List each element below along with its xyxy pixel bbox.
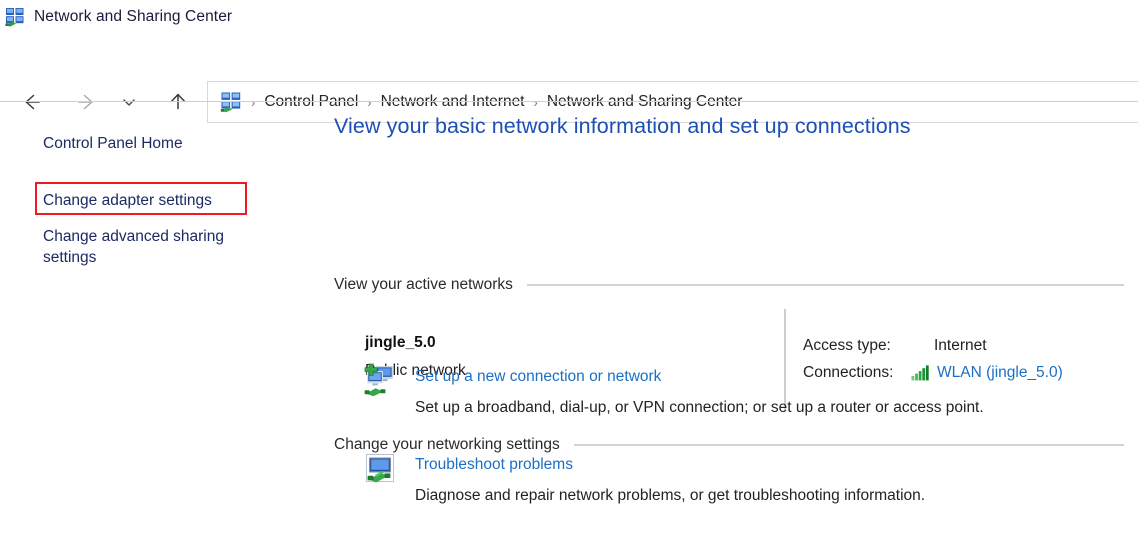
- section-title: View your active networks: [334, 276, 513, 293]
- access-type-row: Access type: Internet: [803, 332, 1063, 359]
- access-type-label: Access type:: [803, 336, 891, 354]
- breadcrumb-separator: ›: [367, 94, 372, 110]
- sidebar-item-change-advanced-sharing-settings[interactable]: Change advanced sharing settings: [43, 226, 258, 268]
- breadcrumb-network-and-internet[interactable]: Network and Internet: [381, 93, 525, 111]
- network-sharing-center-window: Network and Sharing Center › Control Pan…: [0, 0, 1138, 549]
- navigation-bar: › Control Panel › Network and Internet ›…: [0, 34, 1138, 123]
- network-name: jingle_5.0: [365, 334, 436, 351]
- window-title: Network and Sharing Center: [34, 8, 233, 25]
- page-title: View your basic network information and …: [334, 114, 911, 138]
- desc-setup-new-connection: Set up a broadband, dial-up, or VPN conn…: [415, 399, 984, 416]
- connection-link-wlan[interactable]: WLAN (jingle_5.0): [937, 364, 1063, 382]
- breadcrumb-control-panel[interactable]: Control Panel: [264, 93, 358, 111]
- window-title-bar: Network and Sharing Center: [0, 0, 1138, 34]
- navbar-divider: [0, 101, 1138, 102]
- breadcrumb-network-and-sharing-center[interactable]: Network and Sharing Center: [547, 93, 743, 111]
- connections-label: Connections:: [803, 363, 894, 381]
- main-content: View your basic network information and …: [320, 110, 1138, 549]
- link-setup-new-connection[interactable]: Set up a new connection or network: [415, 368, 661, 386]
- sidebar: Control Panel Home Change adapter settin…: [0, 110, 320, 549]
- section-rule: [573, 444, 1124, 446]
- section-networking-settings: Change your networking settings: [334, 436, 1124, 454]
- section-active-networks: View your active networks: [334, 276, 1124, 294]
- desc-troubleshoot-problems: Diagnose and repair network problems, or…: [415, 487, 926, 504]
- chevron-down-icon: [123, 99, 135, 106]
- connections-row: Connections: WLAN (jingle_5.0): [803, 359, 1063, 386]
- troubleshoot-icon: [363, 451, 397, 485]
- breadcrumb-separator: ›: [533, 94, 538, 110]
- access-type-value: Internet: [934, 336, 987, 354]
- sidebar-item-control-panel-home[interactable]: Control Panel Home: [43, 133, 183, 154]
- breadcrumb-separator: ›: [251, 94, 256, 110]
- setup-new-connection-icon: [363, 363, 397, 397]
- section-rule: [526, 284, 1124, 286]
- network-details: Access type: Internet Connections: WLAN …: [803, 332, 1063, 386]
- link-troubleshoot-problems[interactable]: Troubleshoot problems: [415, 456, 573, 474]
- wifi-signal-icon: [911, 364, 930, 381]
- panel-divider: [784, 309, 786, 411]
- sidebar-item-change-adapter-settings[interactable]: Change adapter settings: [43, 190, 212, 211]
- network-sharing-icon: [5, 7, 25, 27]
